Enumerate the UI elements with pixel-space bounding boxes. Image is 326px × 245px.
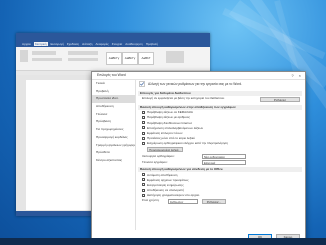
language-select[interactable]: Ελληνικά — [202, 159, 246, 165]
word-title-bar — [16, 33, 210, 41]
dropdown-row: Γλώσσα εγγράφου: Ελληνικά — [138, 159, 302, 165]
settings-row: Επιλογή αν εμφανίζεται με βάση την κατηγ… — [138, 96, 302, 103]
sidebar-item-customize-ribbon[interactable]: Προσαρμογή κορδέλας — [92, 134, 135, 142]
checkbox-label: Ενεργοποίηση ενημέρωσης — [147, 182, 184, 187]
checkbox-label: Ενημέρωση ορθογραφικού ελέγχου κατά την … — [147, 141, 228, 146]
custom-dictionaries-button[interactable]: Προσαρμοσμένα λεξικά... — [147, 147, 183, 153]
checkbox-label: Αυτόματη αποθήκευση — [147, 172, 178, 177]
checkbox[interactable]: ✓ — [142, 110, 146, 114]
checkbox[interactable]: ✓ — [142, 126, 146, 130]
spelling-mode-select[interactable]: Νέα ορθογραφία — [202, 153, 246, 159]
checkbox[interactable]: ✓ — [142, 178, 146, 182]
autocorrect-button[interactable]: Ρυθμίσεις — [260, 97, 300, 102]
checkbox[interactable]: ✓ — [142, 131, 146, 135]
settings-button[interactable]: Ρυθμίσεις... — [202, 198, 226, 204]
options-content: Αλλαγή των γενικών ρυθμίσεων για την εργ… — [138, 80, 302, 227]
tab-references[interactable]: Αναφορές — [95, 42, 108, 46]
paragraph-buttons[interactable] — [68, 51, 98, 55]
tab-view[interactable]: Προβολή — [146, 42, 158, 46]
checkbox-label: Διατήρηση γραμματοσειρών στο αρχείο — [147, 193, 200, 198]
editing-group[interactable] — [166, 51, 184, 63]
intro-text: Αλλαγή των γενικών ρυθμίσεων για την εργ… — [148, 82, 243, 86]
checkbox[interactable] — [142, 141, 145, 145]
tab-file[interactable]: Αρχείο — [22, 42, 31, 46]
intro-row: Αλλαγή των γενικών ρυθμίσεων για την εργ… — [138, 80, 302, 89]
light-ray — [222, 8, 326, 60]
checkbox[interactable] — [142, 183, 145, 187]
word-options-dialog: Επιλογές του Word ? × Γενικά Προβολή Προ… — [91, 71, 306, 244]
sidebar-item-proofing[interactable]: Προστασία ιδιοτ. — [92, 95, 135, 104]
tab-insert[interactable]: Εισαγωγή — [51, 42, 64, 46]
sidebar-item-trust-center[interactable]: Κέντρο αξιοπιστίας — [92, 157, 135, 165]
checkbox-label: Προτάσεις μόνο από το κύριο λεξικό — [147, 136, 195, 141]
style-heading[interactable]: ΑaΒbΓ — [138, 52, 154, 65]
user-style-select[interactable]: Άνθρωπος — [168, 198, 198, 204]
format-buttons[interactable] — [32, 58, 62, 61]
alignment-buttons[interactable] — [68, 58, 98, 61]
checkbox[interactable]: ✓ — [142, 188, 146, 192]
options-sidebar: Γενικά Προβολή Προστασία ιδιοτ. Αποθήκευ… — [92, 80, 136, 230]
help-button[interactable]: ? — [291, 72, 293, 79]
checkbox[interactable]: ✓ — [142, 121, 146, 125]
sidebar-item-language[interactable]: Γλώσσα — [92, 111, 135, 119]
tab-layout[interactable]: Διάταξη — [82, 42, 92, 46]
checkbox-label: Εμφάνιση επιλογών τόνων — [147, 130, 183, 135]
sidebar-item-save[interactable]: Αποθήκευση — [92, 103, 135, 111]
style-label: Στυλ χρήστη: — [142, 198, 160, 203]
font-box[interactable] — [32, 51, 56, 55]
paste-icon[interactable] — [20, 50, 28, 62]
sidebar-item-quick-access[interactable]: Γραμμή εργαλείων γρήγορης πρόσβασης — [92, 142, 135, 150]
checkbox-label: Παράβλεψη λέξεων με αριθμούς — [147, 115, 190, 120]
sidebar-item-accessibility[interactable]: Πρόσβαση — [92, 118, 135, 126]
dropdown-row: Στυλ χρήστη: Άνθρωπος Ρυθμίσεις... — [138, 198, 302, 204]
close-button[interactable]: × — [299, 72, 301, 79]
sidebar-item-advanced[interactable]: Για προχωρημένους — [92, 126, 135, 134]
tab-home[interactable]: Κεντρική — [33, 42, 48, 46]
ribbon: ΑaΒbΓγ ΑaΒbΓγ ΑaΒbΓ — [16, 47, 210, 71]
checkbox[interactable]: ✓ — [142, 115, 146, 119]
taskbar — [0, 238, 326, 245]
button-row: Προσαρμοσμένα λεξικά... — [138, 146, 302, 153]
sidebar-item-display[interactable]: Προβολή — [92, 88, 135, 96]
mode-label: Λειτουργία ορθογράφου: — [142, 153, 175, 158]
dialog-title: Επιλογές του Word — [97, 73, 126, 77]
sidebar-item-addins[interactable]: Πρόσθετα — [92, 149, 135, 157]
row-label: Επιλογή αν εμφανίζεται με βάση την κατηγ… — [142, 96, 225, 101]
checkbox-label: Εμφάνιση αρχείων προσφάτως — [147, 177, 189, 182]
checkbox-label: Επισήμανση επαναλαμβανόμενων λέξεων — [147, 125, 204, 130]
checkbox[interactable]: ✓ — [142, 193, 146, 197]
sidebar-item-general[interactable]: Γενικά — [92, 80, 135, 88]
tab-design[interactable]: Σχεδίαση — [67, 42, 79, 46]
tab-review[interactable]: Αναθεώρηση — [125, 42, 142, 46]
checkbox[interactable]: ✓ — [142, 173, 146, 177]
style-no-spacing[interactable]: ΑaΒbΓγ — [122, 52, 138, 65]
checkbox-label: Παράβλεψη διευθύνσεων Internet — [147, 120, 192, 125]
checkbox-label: Αποθήκευση σε υπολογιστή — [147, 188, 185, 193]
language-label: Γλώσσα εγγράφου: — [142, 159, 168, 164]
style-normal[interactable]: ΑaΒbΓγ — [106, 52, 122, 65]
proofing-icon — [139, 81, 145, 87]
tab-mailings[interactable]: Στοιχεία — [112, 42, 123, 46]
checkbox[interactable] — [142, 136, 145, 140]
checkbox-label: Παράβλεψη λέξεων σε ΚΕΦΑΛΑΙΑ — [147, 110, 193, 115]
dialog-title-bar: Επιλογές του Word ? × — [92, 72, 305, 80]
